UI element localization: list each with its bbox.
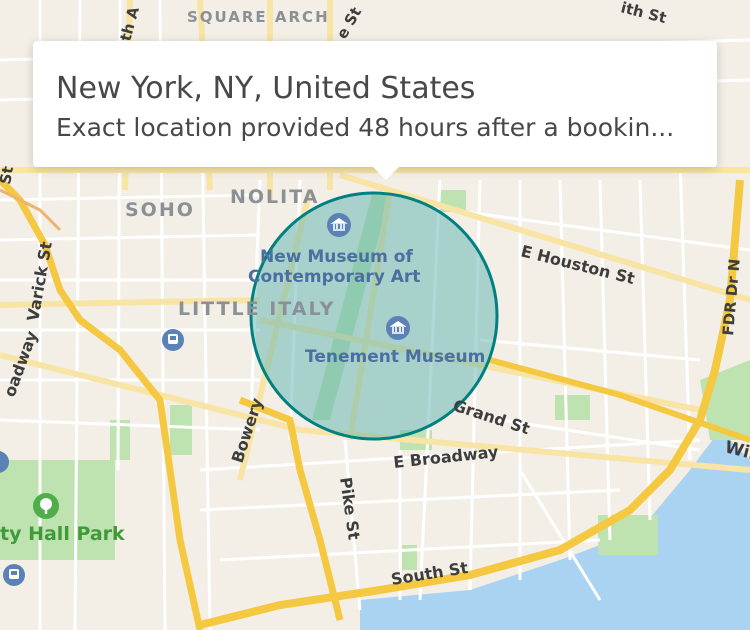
callout-title: New York, NY, United States bbox=[56, 71, 476, 106]
poi-label-new-museum-line1[interactable]: New Museum of bbox=[260, 247, 413, 267]
district-label-square-arch: SQUARE ARCH bbox=[187, 8, 330, 26]
district-label-nolita: NOLITA bbox=[230, 186, 319, 208]
museum-icon[interactable] bbox=[386, 316, 410, 340]
callout-subtitle: Exact location provided 48 hours after a… bbox=[56, 113, 675, 142]
subway-icon[interactable] bbox=[162, 329, 184, 351]
location-callout: New York, NY, United States Exact locati… bbox=[33, 41, 717, 180]
park-area bbox=[170, 405, 192, 455]
callout-pointer bbox=[373, 167, 399, 180]
subway-icon[interactable] bbox=[3, 564, 25, 586]
museum-icon[interactable] bbox=[327, 213, 351, 237]
district-label-little-italy: LITTLE ITALY bbox=[178, 298, 335, 320]
park-label-city-hall[interactable]: ty Hall Park bbox=[0, 523, 125, 545]
district-label-soho: SOHO bbox=[125, 199, 195, 221]
park-icon[interactable] bbox=[33, 493, 59, 519]
park-area bbox=[555, 395, 590, 420]
poi-label-new-museum-line2[interactable]: Contemporary Art bbox=[248, 267, 420, 287]
poi-label-tenement-museum[interactable]: Tenement Museum bbox=[305, 347, 485, 367]
